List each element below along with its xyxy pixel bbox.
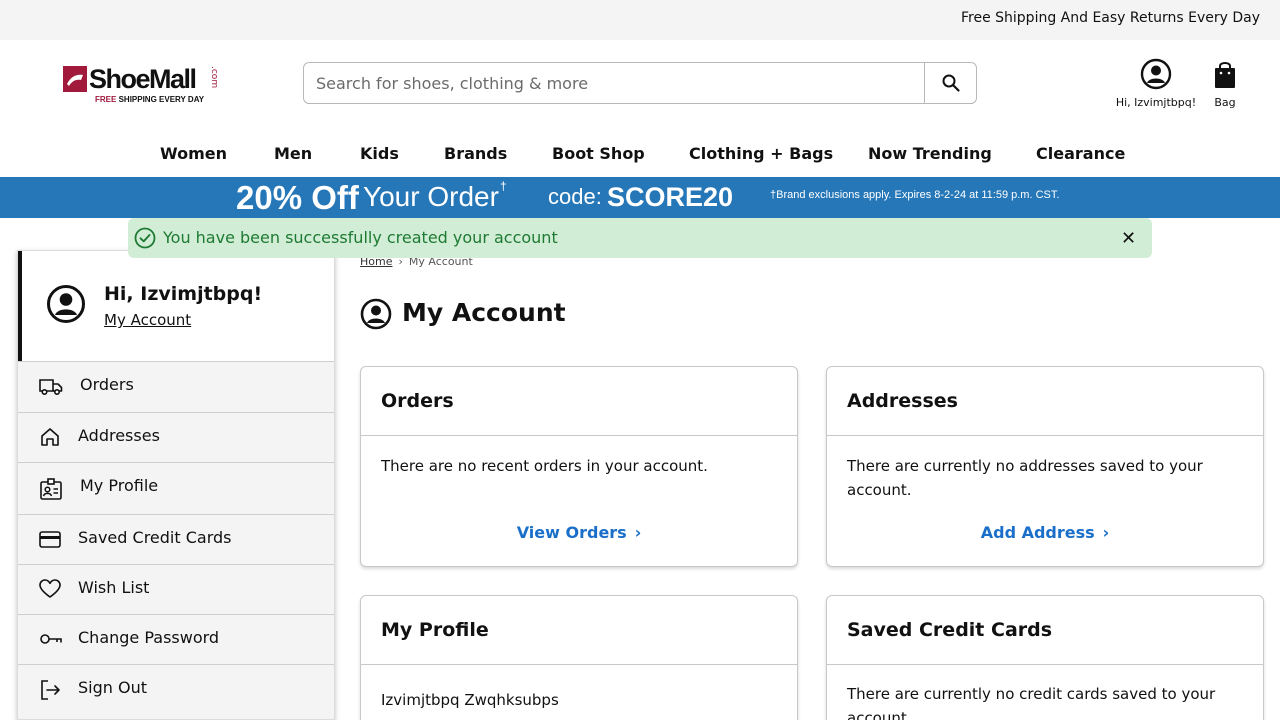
sign-out-icon bbox=[41, 680, 60, 700]
logo-domain: .com bbox=[209, 66, 219, 89]
bag-button[interactable]: Bag bbox=[1208, 60, 1242, 109]
nav-item-clothing-bags[interactable]: Clothing + Bags bbox=[689, 144, 833, 163]
card-header: My Profile bbox=[361, 596, 797, 665]
view-orders-link[interactable]: View Orders › bbox=[361, 523, 797, 542]
sidebar-item-orders[interactable]: Orders bbox=[18, 361, 334, 411]
sidebar-item-wish-list[interactable]: Wish List bbox=[18, 564, 334, 614]
user-circle-icon bbox=[360, 298, 392, 330]
truck-icon bbox=[39, 379, 63, 396]
bag-label: Bag bbox=[1214, 96, 1236, 109]
promo-code-label: code: bbox=[548, 184, 602, 209]
card-title: Orders bbox=[381, 390, 454, 412]
top-announcement-bar: Free Shipping And Easy Returns Every Day bbox=[0, 0, 1280, 40]
logo-name: ShoeMall bbox=[89, 64, 197, 94]
sidebar-item-label: Saved Credit Cards bbox=[78, 528, 232, 547]
main-navigation: Women Men Kids Brands Boot Shop Clothing… bbox=[0, 140, 1280, 170]
heart-icon bbox=[39, 579, 61, 598]
logo-tagline: FREE SHIPPING EVERY DAY bbox=[95, 95, 205, 104]
sidebar-item-sign-out[interactable]: Sign Out bbox=[18, 664, 334, 714]
promo-code: SCORE20 bbox=[607, 182, 734, 212]
card-title: My Profile bbox=[381, 619, 489, 641]
promo-banner[interactable]: 20% Off Your Order † code: SCORE20 †Bran… bbox=[0, 177, 1280, 218]
nav-item-women[interactable]: Women bbox=[160, 144, 227, 163]
credit-card-icon bbox=[39, 531, 61, 548]
profile-name: Izvimjtbpq Zwqhksubps bbox=[381, 691, 559, 709]
card-header: Saved Credit Cards bbox=[827, 596, 1263, 665]
home-icon bbox=[41, 428, 59, 446]
search-bar bbox=[303, 62, 977, 104]
sidebar-item-change-password[interactable]: Change Password bbox=[18, 614, 334, 664]
page-title-text: My Account bbox=[402, 298, 566, 327]
sidebar-greeting: Hi, Izvimjtbpq! bbox=[104, 283, 263, 305]
sidebar-item-label: Sign Out bbox=[78, 678, 147, 697]
site-logo[interactable]: ShoeMall .com FREE SHIPPING EVERY DAY bbox=[63, 64, 219, 108]
my-profile-card: My Profile Izvimjtbpq Zwqhksubps bbox=[360, 595, 798, 720]
sidebar-item-label: My Profile bbox=[80, 476, 159, 495]
sidebar-item-label: Addresses bbox=[78, 426, 160, 445]
promo-amount: 20% Off bbox=[236, 179, 359, 216]
account-greeting: Hi, Izvimjtbpq! bbox=[1115, 96, 1197, 109]
search-icon bbox=[942, 74, 960, 92]
addresses-card: Addresses There are currently no address… bbox=[826, 366, 1264, 567]
card-body: There are currently no credit cards save… bbox=[847, 685, 1216, 720]
my-account-link[interactable]: My Account bbox=[104, 311, 191, 329]
check-circle-icon bbox=[134, 227, 156, 249]
add-address-link[interactable]: Add Address › bbox=[827, 523, 1263, 542]
sidebar-item-my-profile[interactable]: My Profile bbox=[18, 462, 334, 512]
saved-credit-cards-card: Saved Credit Cards There are currently n… bbox=[826, 595, 1264, 720]
account-menu[interactable]: Hi, Izvimjtbpq! bbox=[1110, 58, 1202, 109]
card-header: Orders bbox=[361, 367, 797, 436]
card-title: Saved Credit Cards bbox=[847, 619, 1053, 641]
promo-text: Your Order bbox=[363, 181, 499, 212]
card-title: Addresses bbox=[847, 390, 958, 412]
id-badge-icon bbox=[40, 478, 62, 500]
user-circle-icon bbox=[47, 285, 85, 323]
sidebar-item-label: Wish List bbox=[78, 578, 150, 597]
nav-item-brands[interactable]: Brands bbox=[444, 144, 507, 163]
user-circle-icon bbox=[1140, 58, 1172, 90]
sidebar-item-addresses[interactable]: Addresses bbox=[18, 412, 334, 462]
nav-item-boot-shop[interactable]: Boot Shop bbox=[552, 144, 645, 163]
sidebar-header: Hi, Izvimjtbpq! My Account bbox=[18, 251, 334, 361]
card-header: Addresses bbox=[827, 367, 1263, 436]
search-input[interactable] bbox=[316, 72, 916, 94]
nav-item-kids[interactable]: Kids bbox=[360, 144, 399, 163]
nav-item-now-trending[interactable]: Now Trending bbox=[868, 144, 992, 163]
chevron-right-icon: › bbox=[1102, 523, 1110, 542]
promo-dagger: † bbox=[500, 179, 507, 193]
sidebar-item-label: Change Password bbox=[78, 628, 220, 647]
promo-fine-print: †Brand exclusions apply. Expires 8-2-24 … bbox=[770, 189, 1060, 201]
alert-message: You have been successfully created your … bbox=[163, 228, 558, 247]
logo-mark bbox=[63, 66, 87, 92]
account-sidebar: Hi, Izvimjtbpq! My Account Orders Addres… bbox=[17, 250, 335, 720]
nav-item-men[interactable]: Men bbox=[274, 144, 312, 163]
orders-card: Orders There are no recent orders in you… bbox=[360, 366, 798, 567]
close-alert-button[interactable]: ✕ bbox=[1121, 228, 1136, 249]
search-button[interactable] bbox=[924, 63, 976, 103]
key-icon bbox=[40, 634, 62, 644]
nav-item-clearance[interactable]: Clearance bbox=[1036, 144, 1125, 163]
card-body: There are currently no addresses saved t… bbox=[847, 457, 1203, 499]
card-body: There are no recent orders in your accou… bbox=[381, 457, 708, 475]
sidebar-item-saved-credit-cards[interactable]: Saved Credit Cards bbox=[18, 514, 334, 564]
free-shipping-message: Free Shipping And Easy Returns Every Day bbox=[960, 10, 1260, 26]
chevron-right-icon: › bbox=[634, 523, 642, 542]
shopping-bag-icon bbox=[1215, 62, 1235, 88]
sidebar-item-label: Orders bbox=[80, 375, 134, 394]
success-alert: You have been successfully created your … bbox=[128, 218, 1152, 258]
